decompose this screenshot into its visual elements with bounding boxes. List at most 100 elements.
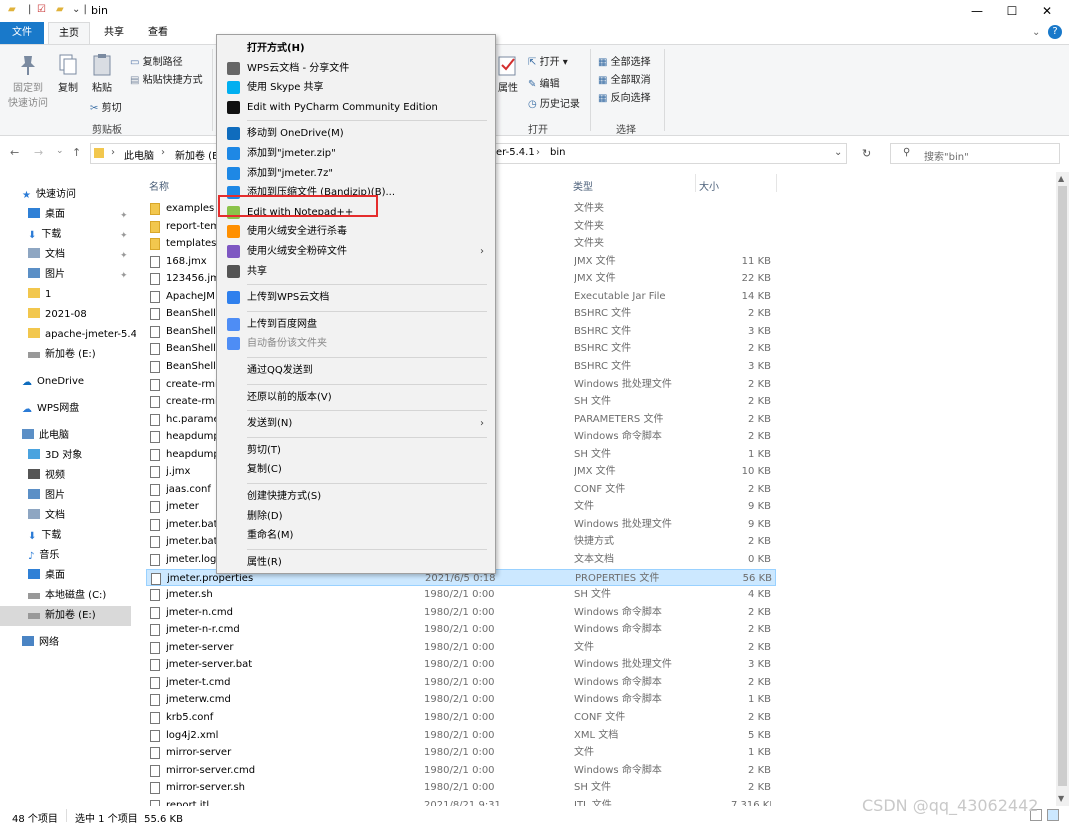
menu-item[interactable]: 删除(D) xyxy=(218,507,494,526)
breadcrumb-bin[interactable]: bin xyxy=(550,147,565,158)
properties-check-icon[interactable]: ☑ xyxy=(37,4,46,15)
nav-downloads[interactable]: ⬇ 下载 xyxy=(28,225,61,245)
column-divider[interactable] xyxy=(695,174,696,192)
nav-wps-drive[interactable]: ☁ WPS网盘 xyxy=(22,399,79,419)
nav-folder-1[interactable]: 1 xyxy=(28,285,51,305)
menu-item[interactable]: 上传到百度网盘 xyxy=(218,315,494,334)
copy-button[interactable]: 复制 xyxy=(54,53,82,94)
nav-folder-2021-08[interactable]: 2021-08 xyxy=(28,305,87,325)
breadcrumb-drive[interactable]: 新加卷 (E xyxy=(175,147,218,162)
menu-item[interactable]: 创建快捷方式(S) xyxy=(218,487,494,506)
select-all-button[interactable]: ▦ 全部选择 xyxy=(598,53,651,68)
paste-shortcut-button[interactable]: ▤ 粘贴快捷方式 xyxy=(130,71,203,86)
tab-share[interactable]: 共享 xyxy=(94,22,134,44)
tab-file[interactable]: 文件 xyxy=(0,22,44,44)
history-button[interactable]: ◷ 历史记录 xyxy=(528,95,580,110)
properties-button[interactable]: 属性 xyxy=(496,53,520,94)
copy-path-button[interactable]: ▭ 复制路径 xyxy=(130,53,183,68)
menu-item[interactable]: 添加到"jmeter.zip" xyxy=(218,144,494,163)
column-size[interactable]: 大小 xyxy=(699,178,719,193)
menu-item[interactable]: 添加到"jmeter.7z" xyxy=(218,164,494,183)
menu-item[interactable]: 属性(R) xyxy=(218,553,494,572)
nav-this-pc[interactable]: 此电脑 xyxy=(22,426,69,446)
nav-folder-apache-jmeter[interactable]: apache-jmeter-5.4 xyxy=(28,325,136,345)
file-row[interactable]: log4j2.xml 1980/2/1 0:00 XML 文档 5 KB xyxy=(146,727,776,744)
menu-item[interactable]: 还原以前的版本(V) xyxy=(218,388,494,407)
scroll-up-icon[interactable]: ▲ xyxy=(1058,174,1064,183)
menu-item[interactable]: 复制(C) xyxy=(218,460,494,479)
scroll-down-icon[interactable]: ▼ xyxy=(1058,794,1064,803)
help-icon[interactable]: ? xyxy=(1048,25,1062,39)
breadcrumb-this-pc[interactable]: 此电脑 xyxy=(124,147,154,162)
edit-button[interactable]: ✎ 编辑 xyxy=(528,75,560,90)
open-button[interactable]: ⇱ 打开 ▾ xyxy=(528,53,568,68)
nav-downloads-pc[interactable]: ⬇ 下载 xyxy=(28,526,61,546)
menu-item[interactable]: 打开方式(H) xyxy=(218,39,494,58)
file-row[interactable]: mirror-server.cmd 1980/2/1 0:00 Windows 命令… xyxy=(146,762,776,779)
ribbon-collapse-icon[interactable]: ⌄ xyxy=(1032,27,1040,38)
close-button[interactable]: ✕ xyxy=(1024,0,1069,22)
cut-button[interactable]: ✂ 剪切 xyxy=(90,99,122,114)
nav-desktop-pc[interactable]: 桌面 xyxy=(28,566,65,586)
file-row[interactable]: jmeter-server.bat 1980/2/1 0:00 Windows 批处… xyxy=(146,656,776,673)
file-row[interactable]: jmeter-server 1980/2/1 0:00 文件 2 KB xyxy=(146,639,776,656)
nav-documents[interactable]: 文档 xyxy=(28,245,65,265)
nav-3d-objects[interactable]: 3D 对象 xyxy=(28,446,82,466)
select-none-button[interactable]: ▦ 全部取消 xyxy=(598,71,651,86)
nav-music[interactable]: ♪ 音乐 xyxy=(28,546,59,566)
nav-network[interactable]: 网络 xyxy=(22,633,59,653)
recent-dropdown-icon[interactable]: ⌄ xyxy=(56,146,64,156)
search-input[interactable]: ⚲ 搜索"bin" xyxy=(890,143,1060,164)
file-row[interactable]: mirror-server 1980/2/1 0:00 文件 1 KB xyxy=(146,744,776,761)
menu-item[interactable]: 移动到 OneDrive(M) xyxy=(218,124,494,143)
quick-access-dropdown-icon[interactable]: ⌄ | xyxy=(72,4,87,15)
nav-quick-access[interactable]: ★ 快速访问 xyxy=(22,185,76,205)
invert-selection-button[interactable]: ▦ 反向选择 xyxy=(598,89,651,104)
menu-item[interactable]: 使用 Skype 共享 xyxy=(218,78,494,97)
menu-item[interactable]: 发送到(N) › xyxy=(218,414,494,433)
menu-item[interactable]: Edit with PyCharm Community Edition xyxy=(218,98,494,117)
nav-pictures[interactable]: 图片 xyxy=(28,265,65,285)
nav-videos[interactable]: 视频 xyxy=(28,466,65,486)
nav-onedrive[interactable]: ☁ OneDrive xyxy=(22,372,84,392)
nav-documents-pc[interactable]: 文档 xyxy=(28,506,65,526)
file-row[interactable]: jmeter-n-r.cmd 1980/2/1 0:00 Windows 命令脚本 2… xyxy=(146,621,776,638)
pin-quick-access-button[interactable]: 固定到 快速访问 xyxy=(6,53,50,109)
nav-pictures-pc[interactable]: 图片 xyxy=(28,486,65,506)
large-icons-view-icon[interactable] xyxy=(1047,809,1059,821)
new-folder-icon[interactable]: ▰ xyxy=(56,4,64,15)
nav-drive-e[interactable]: 新加卷 (E:) xyxy=(0,606,131,626)
nav-drive-e-quick[interactable]: 新加卷 (E:) xyxy=(28,345,96,365)
file-type: Windows 命令脚本 xyxy=(574,431,662,443)
back-icon[interactable]: ← xyxy=(10,146,19,159)
nav-desktop[interactable]: 桌面 xyxy=(28,205,65,225)
breadcrumb-jmeter[interactable]: er-5.4.1 xyxy=(496,147,535,158)
file-row[interactable]: mirror-server.sh 1980/2/1 0:00 SH 文件 2 KB xyxy=(146,779,776,796)
column-type[interactable]: 类型 xyxy=(573,178,593,193)
menu-item[interactable]: WPS云文档 - 分享文件 xyxy=(218,59,494,78)
column-name[interactable]: 名称 xyxy=(149,178,169,193)
nav-drive-c[interactable]: 本地磁盘 (C:) xyxy=(28,586,106,606)
column-divider[interactable] xyxy=(776,174,777,192)
menu-item[interactable]: 使用火绒安全粉碎文件 › xyxy=(218,242,494,261)
forward-icon[interactable]: → xyxy=(34,146,43,159)
menu-item[interactable]: 剪切(T) xyxy=(218,441,494,460)
menu-item[interactable]: 重命名(M) xyxy=(218,526,494,545)
file-row[interactable]: krb5.conf 1980/2/1 0:00 CONF 文件 2 KB xyxy=(146,709,776,726)
up-icon[interactable]: ↑ xyxy=(72,146,81,159)
scrollbar-thumb[interactable] xyxy=(1058,186,1067,786)
file-row[interactable]: jmeter-n.cmd 1980/2/1 0:00 Windows 命令脚本 2 K… xyxy=(146,604,776,621)
menu-item[interactable]: 上传到WPS云文档 xyxy=(218,288,494,307)
file-row[interactable]: jmeter-t.cmd 1980/2/1 0:00 Windows 命令脚本 2 K… xyxy=(146,674,776,691)
menu-item[interactable]: 共享 xyxy=(218,262,494,281)
paste-button[interactable]: 粘贴 xyxy=(88,53,116,94)
file-row[interactable]: jmeter.sh 1980/2/1 0:00 SH 文件 4 KB xyxy=(146,586,776,603)
address-dropdown-icon[interactable]: ⌄ xyxy=(834,147,842,158)
file-row[interactable]: jmeterw.cmd 1980/2/1 0:00 Windows 命令脚本 1 KB xyxy=(146,691,776,708)
tab-view[interactable]: 查看 xyxy=(138,22,178,44)
tab-home[interactable]: 主页 xyxy=(48,22,90,44)
menu-item[interactable]: 自动备份该文件夹 xyxy=(218,334,494,353)
refresh-icon[interactable]: ↻ xyxy=(862,147,871,160)
menu-item[interactable]: 使用火绒安全进行杀毒 xyxy=(218,222,494,241)
menu-item[interactable]: 通过QQ发送到 xyxy=(218,361,494,380)
